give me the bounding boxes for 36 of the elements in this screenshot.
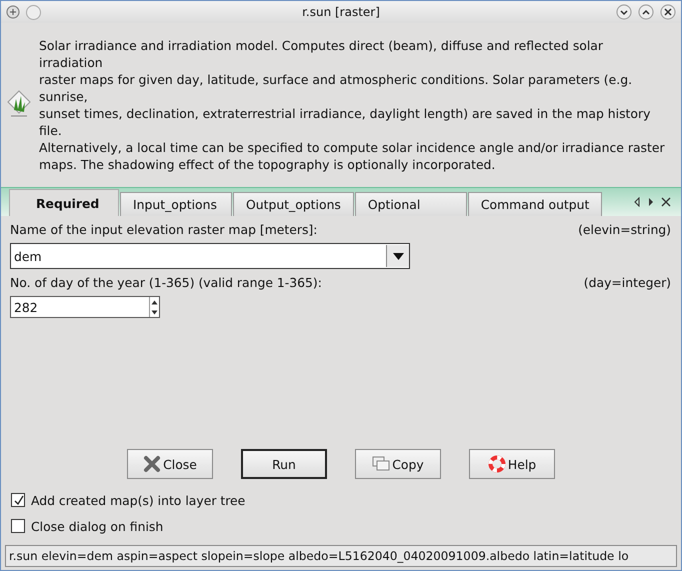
field-label: Name of the input elevation raster map [meters]: — [10, 222, 318, 237]
app-icon[interactable] — [6, 5, 20, 19]
checkbox-label: Add created map(s) into layer tree — [31, 492, 246, 508]
tab[interactable]: Output_options — [233, 192, 354, 216]
description-text: maps. The shadowing effect of the topography is optionally incorporated. — [39, 156, 496, 173]
description-text: Alternatively, a local time can be specified to compute solar incidence angle and/or irradiance raster — [39, 139, 666, 156]
minimize-icon[interactable] — [616, 4, 632, 20]
parameter-hint: (elevin=string) — [578, 222, 671, 237]
checkbox[interactable] — [11, 519, 25, 533]
lifebuoy-icon — [488, 455, 506, 473]
dropdown-arrow-icon[interactable] — [392, 252, 404, 260]
tab[interactable]: Command output — [468, 192, 602, 216]
checkbox[interactable] — [11, 493, 25, 507]
close-tab-icon[interactable] — [661, 197, 671, 207]
scroll-right-icon[interactable] — [647, 197, 655, 207]
tab[interactable]: Required — [9, 189, 119, 216]
command-status-bar: r.sun elevin=dem aspin=aspect slopein=slope albedo=L5162040_04020091009.albedo latin=latitude lo — [5, 545, 677, 567]
parameter-hint: (day=integer) — [584, 275, 671, 290]
dialog-button[interactable]: Close — [127, 449, 213, 479]
dialog-button[interactable]: Help — [469, 449, 555, 479]
scroll-left-icon[interactable] — [633, 197, 641, 207]
cross-icon — [143, 455, 162, 473]
maximize-icon[interactable] — [638, 4, 654, 20]
elevation-combo-box[interactable]: dem — [10, 243, 410, 269]
field-label: No. of day of the year (1-365) (valid range 1-365): — [10, 275, 322, 290]
tab[interactable]: Optional — [354, 192, 467, 216]
description-text: sunset times, declination, extraterrestrial irradiance, daylight length) are saved in the map history file. — [39, 105, 652, 139]
close-icon[interactable] — [660, 4, 676, 20]
tab[interactable]: Input_options — [120, 192, 232, 216]
dialog-button[interactable]: Run — [241, 449, 327, 479]
day-spin-box[interactable]: 282 — [10, 296, 160, 318]
decrement-icon[interactable] — [150, 308, 159, 316]
dialog-button[interactable]: Copy — [355, 449, 441, 479]
copy-icon — [372, 456, 390, 472]
checkbox-label: Close dialog on finish — [31, 518, 164, 534]
window-title: r.sun [raster] — [302, 5, 380, 19]
